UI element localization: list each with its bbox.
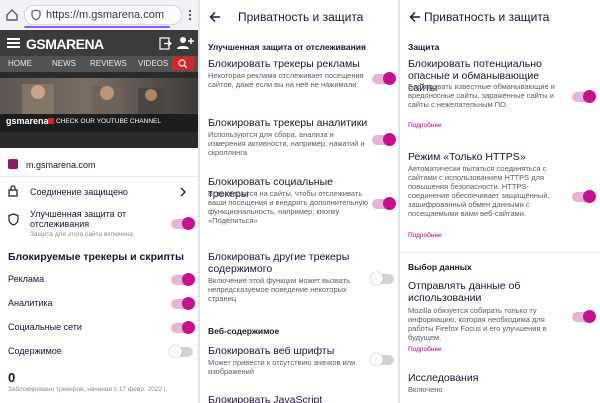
- studies-title[interactable]: Исследования: [408, 372, 568, 384]
- site-info-sheet: m.gsmarena.com Соединение защищено Улучш…: [0, 150, 198, 403]
- privacy-settings-panel-1: Приватность и защита Улучшенная защита о…: [200, 0, 398, 403]
- content-label: Содержимое: [8, 346, 62, 356]
- search-icon: [178, 59, 187, 68]
- banner-logo: gsmarena: [6, 116, 49, 126]
- usage-data-toggle[interactable]: [572, 310, 596, 323]
- section-web-content: Веб-содержимое: [208, 326, 280, 336]
- site-logo[interactable]: GSMARENA: [26, 36, 104, 52]
- connection-status[interactable]: Соединение защищено: [30, 187, 128, 197]
- section-protection: Защита: [408, 42, 440, 52]
- ad-trackers-title[interactable]: Блокировать трекеры рекламы: [208, 58, 368, 70]
- usage-data-desc: Mozilla обязуется собирать только ту инф…: [408, 306, 547, 342]
- content-trackers-toggle[interactable]: [370, 272, 394, 285]
- section-data-choices: Выбор данных: [408, 262, 472, 272]
- back-arrow-icon[interactable]: [408, 10, 422, 24]
- ad-trackers-toggle[interactable]: [372, 72, 396, 85]
- tracker-count: 0: [8, 370, 16, 385]
- analytics-trackers-title[interactable]: Блокировать трекеры аналитики: [208, 117, 368, 129]
- site-header: GSMARENA: [0, 30, 198, 56]
- https-only-title[interactable]: Режим «Только HTTPS»: [408, 151, 568, 163]
- site-nav-news[interactable]: NEWS: [52, 59, 76, 68]
- youtube-icon: [48, 118, 54, 124]
- ads-toggle[interactable]: [171, 273, 195, 286]
- analytics-trackers-desc: Используются для сбора, анализа и измере…: [208, 130, 365, 157]
- hamburger-icon[interactable]: [6, 38, 20, 48]
- etp-toggle[interactable]: [171, 217, 195, 230]
- content-toggle[interactable]: [169, 345, 193, 358]
- back-arrow-icon[interactable]: [208, 10, 222, 24]
- social-label: Социальные сети: [8, 322, 82, 332]
- login-icon[interactable]: [158, 36, 172, 50]
- social-trackers-desc: Встраиваются на сайты, чтобы отслеживать…: [208, 189, 369, 225]
- shield-icon[interactable]: [30, 9, 42, 21]
- https-only-toggle[interactable]: [572, 190, 596, 203]
- https-only-desc: Автоматически пытаться соединяться с сай…: [408, 164, 550, 218]
- etp-title: Улучшенная защита от отслеживания: [30, 209, 127, 229]
- safe-browsing-learn-more[interactable]: Подробнее: [408, 122, 442, 129]
- web-fonts-desc: Может привести к отсутствию значков или …: [208, 358, 356, 376]
- content-trackers-desc: Включение этой функции может вызвать неп…: [208, 276, 351, 303]
- social-trackers-toggle[interactable]: [372, 197, 396, 210]
- add-user-icon[interactable]: [176, 35, 194, 51]
- site-search-button[interactable]: [172, 57, 194, 70]
- site-nav-reviews[interactable]: REVIEWS: [90, 59, 127, 68]
- site-favicon: [8, 159, 18, 169]
- home-icon[interactable]: [4, 7, 20, 23]
- etp-desc: Защита для этого сайта включена: [30, 231, 134, 238]
- web-fonts-toggle[interactable]: [370, 353, 394, 366]
- site-nav-videos[interactable]: VIDEOS: [138, 59, 168, 68]
- social-toggle[interactable]: [171, 321, 195, 334]
- site-nav: HOME NEWS REVIEWS VIDEOS: [0, 56, 198, 72]
- privacy-settings-panel-2: Приватность и защита Защита Блокировать …: [400, 0, 600, 403]
- content-trackers-title[interactable]: Блокировать другие трекеры содержимого: [208, 251, 368, 275]
- section-etp: Улучшенная защита от отслеживания: [208, 42, 366, 52]
- chevron-right-icon[interactable]: [178, 186, 188, 198]
- blocked-trackers-header: Блокируемые трекеры и скрипты: [8, 251, 184, 263]
- website-content: GSMARENA HOME NEWS REVIEWS VIDEOS gsmare…: [0, 30, 198, 148]
- studies-status: Включено: [408, 385, 443, 394]
- analytics-label: Аналитика: [8, 298, 53, 308]
- tracking-shield-icon: [7, 212, 19, 226]
- javascript-title[interactable]: Блокировать JavaScript: [208, 394, 368, 403]
- lock-icon: [7, 184, 19, 198]
- url-text: https://m.gsmarena.com: [46, 9, 165, 21]
- safe-browsing-desc: Блокировать известные обманывающие и вре…: [408, 82, 555, 109]
- safe-browsing-toggle[interactable]: [572, 90, 596, 103]
- site-nav-home[interactable]: HOME: [8, 59, 32, 68]
- analytics-toggle[interactable]: [171, 297, 195, 310]
- analytics-trackers-toggle[interactable]: [372, 133, 396, 146]
- tracker-count-note: Заблокировано трекеров, начиная с 17 фев…: [8, 386, 168, 393]
- page-title: Приватность и защита: [424, 10, 550, 24]
- menu-icon[interactable]: [184, 8, 196, 22]
- web-fonts-title[interactable]: Блокировать веб шрифты: [208, 345, 368, 357]
- https-only-learn-more[interactable]: Подробнее: [408, 232, 442, 239]
- usage-data-title[interactable]: Отправлять данные об использовании: [408, 280, 568, 304]
- url-bar: https://m.gsmarena.com: [0, 0, 198, 30]
- banner-cta[interactable]: CHECK OUR YOUTUBE CHANNEL: [56, 118, 161, 125]
- browser-panel: https://m.gsmarena.com GSMARENA HOME NEW…: [0, 0, 198, 403]
- site-name: m.gsmarena.com: [26, 160, 96, 170]
- ad-trackers-desc: Некоторая реклама отслеживает посещения …: [208, 71, 364, 89]
- url-selection-highlight: [24, 26, 170, 28]
- ads-label: Реклама: [8, 274, 45, 284]
- page-title: Приватность и защита: [238, 10, 364, 24]
- usage-data-learn-more[interactable]: Подробнее: [408, 346, 442, 353]
